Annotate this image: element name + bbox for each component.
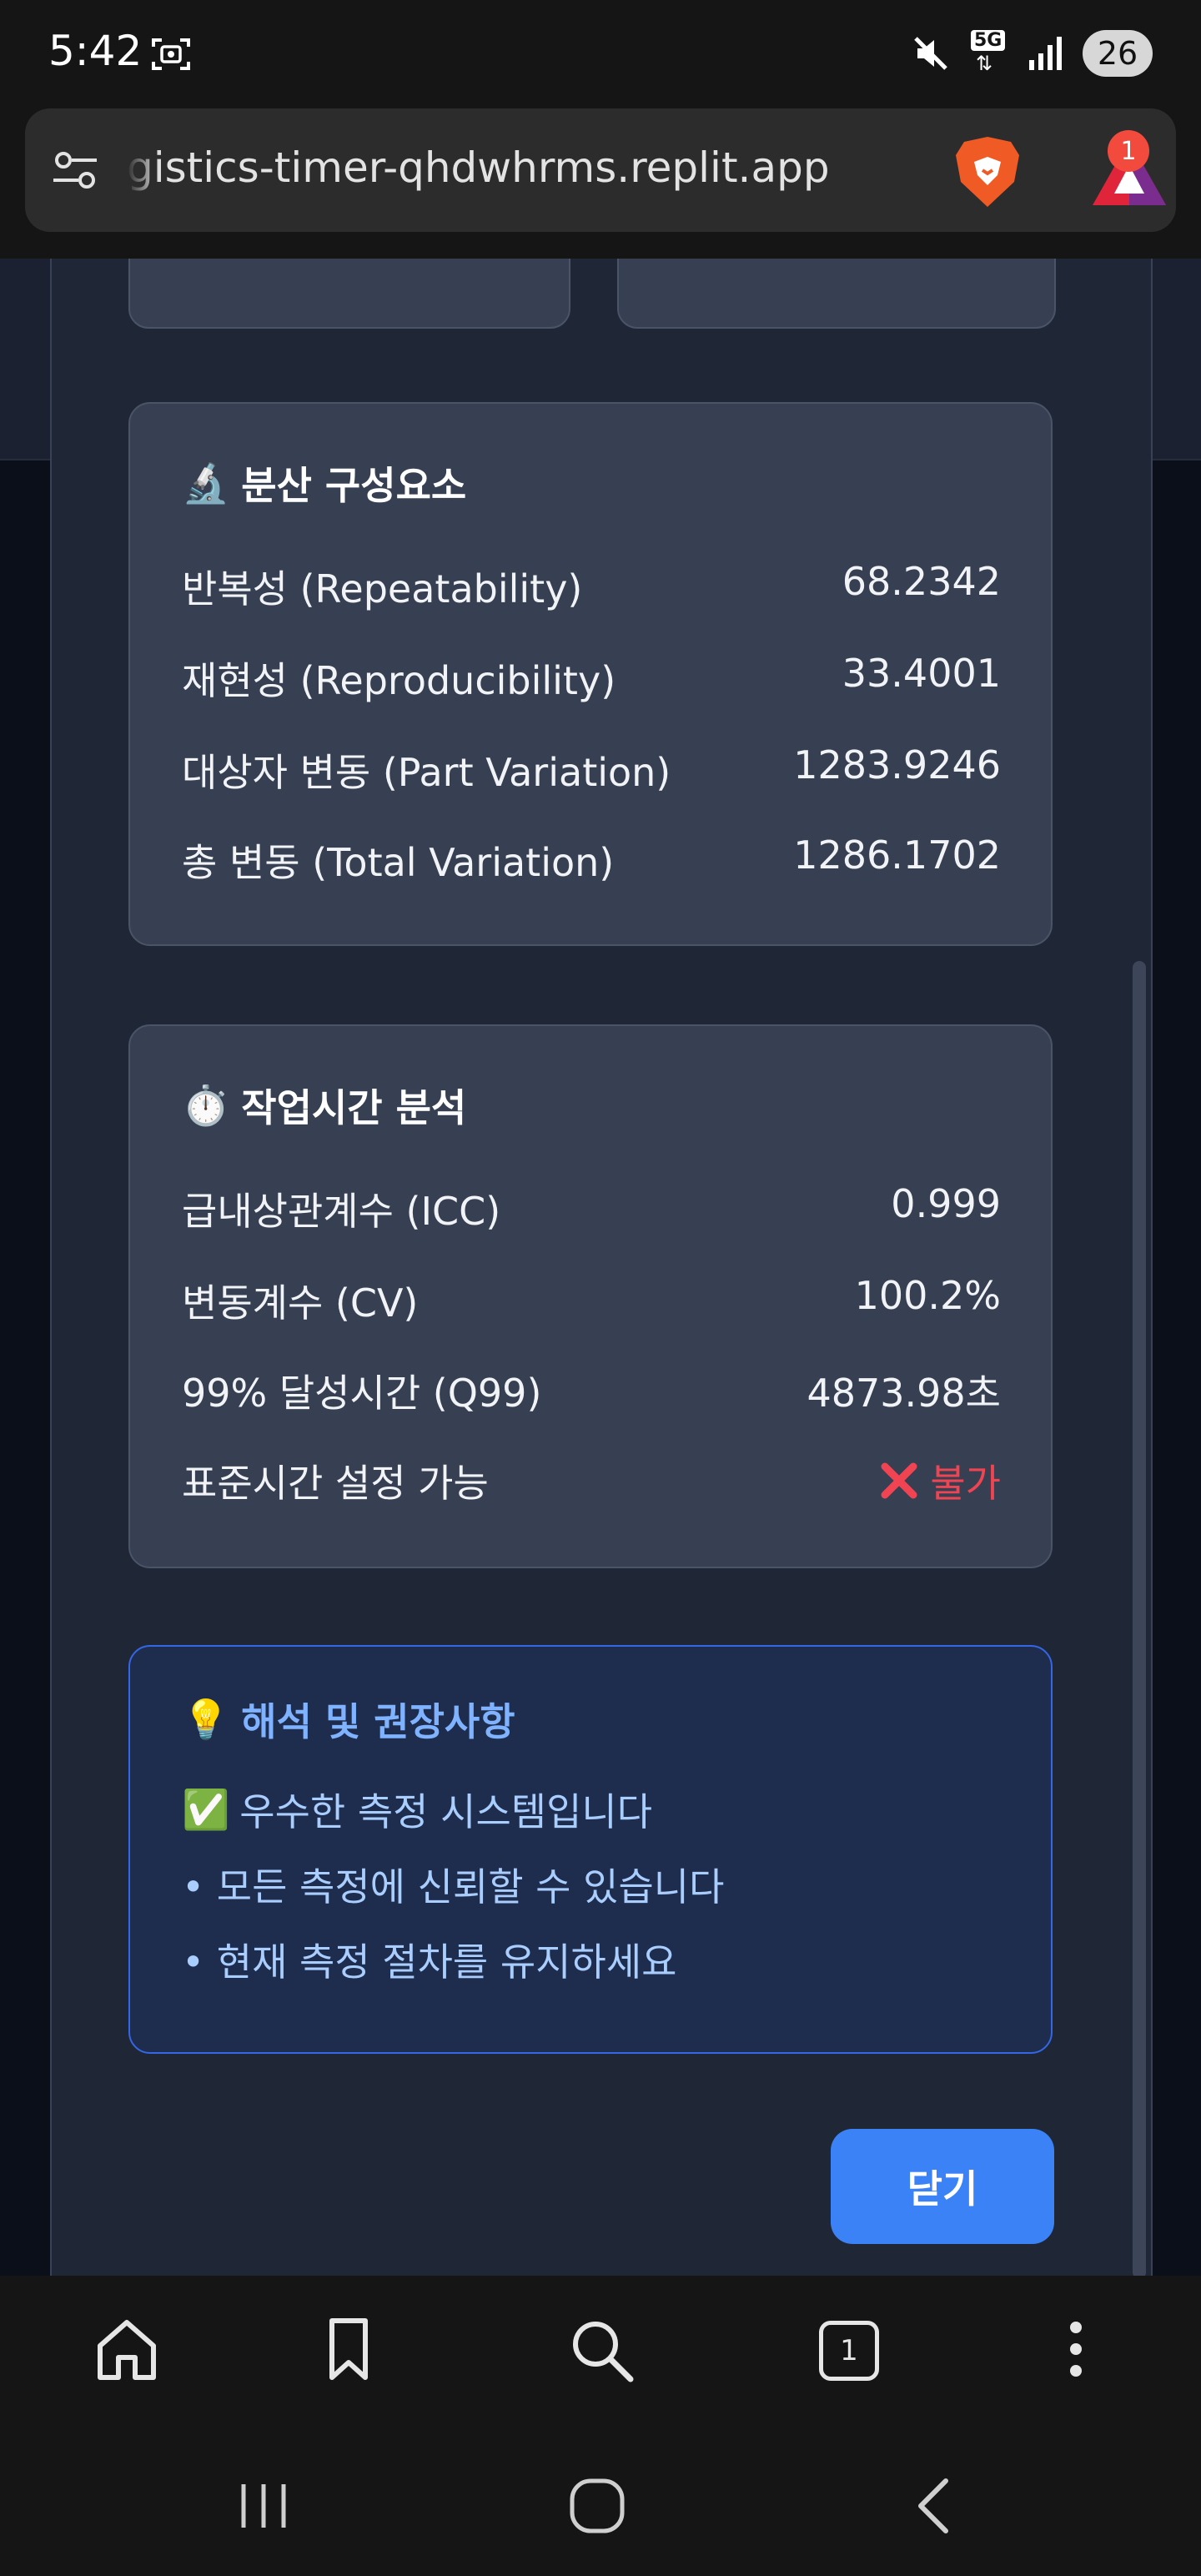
advice-line-text: • 현재 측정 절차를 유지하세요 <box>182 1940 677 1985</box>
row-label: 급내상관계수 (ICC) <box>182 1189 501 1234</box>
row-value: 4873.98초 <box>807 1371 1001 1416</box>
browser-bottom-toolbar <box>0 2276 1201 2426</box>
cross-mark-icon <box>881 1462 917 1499</box>
variance-row: 반복성 (Repeatability) 68.2342 <box>182 559 1001 614</box>
signal-icon <box>1029 37 1062 70</box>
variance-card-title-text: 분산 구성요소 <box>241 463 467 508</box>
network-5g-icon: 5G ⇅ <box>969 30 1009 77</box>
system-navigation-bar <box>0 2426 1201 2576</box>
rewards-badge: 1 <box>1108 130 1149 172</box>
data-arrows-icon: ⇅ <box>976 52 993 75</box>
search-icon[interactable] <box>565 2314 636 2384</box>
advice-line-text: 우수한 측정 시스템입니다 <box>239 1789 653 1834</box>
advice-line: • 현재 측정 절차를 유지하세요 <box>182 1932 676 1987</box>
advice-line: • 모든 측정에 신뢰할 수 있습니다 <box>182 1857 724 1912</box>
summary-card-right <box>617 259 1056 329</box>
worktime-card-title-text: 작업시간 분석 <box>241 1085 467 1130</box>
variance-row: 총 변동 (Total Variation) 1286.1702 <box>182 833 1001 888</box>
tab-switcher-button[interactable]: 1 <box>819 2321 879 2381</box>
row-value: 0.999 <box>891 1181 1001 1226</box>
status-bar: 5:42 5G ⇅ 26 <box>0 0 1201 108</box>
row-label: 총 변동 (Total Variation) <box>182 840 615 885</box>
worktime-row: 변동계수 (CV) 100.2% <box>182 1273 1001 1328</box>
worktime-row: 급내상관계수 (ICC) 0.999 <box>182 1181 1001 1236</box>
modal-scrollbar[interactable] <box>1133 961 1146 2276</box>
web-page: 🔬 분산 구성요소 반복성 (Repeatability) 68.2342 재현… <box>0 259 1201 2276</box>
row-label: 재현성 (Reproducibility) <box>182 658 616 703</box>
url-text[interactable]: gistics-timer-qhdwhrms.replit.app <box>127 143 927 202</box>
advice-title-text: 해석 및 권장사항 <box>241 1699 515 1744</box>
close-button[interactable]: 닫기 <box>831 2129 1054 2244</box>
bookmark-icon[interactable] <box>314 2314 384 2384</box>
summary-card-left <box>128 259 570 329</box>
recent-apps-icon[interactable] <box>230 2473 297 2539</box>
row-label: 99% 달성시간 (Q99) <box>182 1371 542 1416</box>
row-value: 68.2342 <box>842 559 1001 604</box>
row-value: 1283.9246 <box>793 742 1001 787</box>
standard-time-status: 불가 <box>878 1453 1001 1508</box>
worktime-card-title: ⏱️ 작업시간 분석 <box>182 1078 466 1133</box>
address-bar[interactable]: gistics-timer-qhdwhrms.replit.app <box>25 108 1176 232</box>
row-label: 표준시간 설정 가능 <box>182 1461 489 1506</box>
screenshot-icon <box>152 38 190 70</box>
variance-row: 재현성 (Reproducibility) 33.4001 <box>182 651 1001 706</box>
check-mark-icon: ✅ <box>182 1786 230 1832</box>
lightbulb-icon: 💡 <box>182 1696 230 1742</box>
battery-indicator: 26 <box>1083 30 1153 77</box>
worktime-row: 표준시간 설정 가능 불가 <box>182 1453 1001 1508</box>
advice-card-title: 💡 해석 및 권장사항 <box>182 1692 515 1747</box>
advice-card: 💡 해석 및 권장사항 ✅ 우수한 측정 시스템입니다 • 모든 측정에 신뢰할… <box>128 1645 1053 2054</box>
variance-components-card: 🔬 분산 구성요소 반복성 (Repeatability) 68.2342 재현… <box>128 402 1053 946</box>
results-modal: 🔬 분산 구성요소 반복성 (Repeatability) 68.2342 재현… <box>50 259 1153 2276</box>
home-icon[interactable] <box>92 2314 162 2384</box>
worktime-analysis-card: ⏱️ 작업시간 분석 급내상관계수 (ICC) 0.999 변동계수 (CV) … <box>128 1024 1053 1568</box>
row-label: 반복성 (Repeatability) <box>182 566 583 611</box>
variance-card-title: 🔬 분산 구성요소 <box>182 455 466 511</box>
brave-shields-icon[interactable] <box>949 133 1026 210</box>
back-icon[interactable] <box>902 2473 969 2539</box>
row-label: 변동계수 (CV) <box>182 1280 419 1326</box>
row-value: 1286.1702 <box>793 833 1001 878</box>
advice-line-text: • 모든 측정에 신뢰할 수 있습니다 <box>182 1864 725 1909</box>
site-settings-icon[interactable] <box>50 145 100 195</box>
row-value: 100.2% <box>854 1273 1001 1318</box>
microscope-icon: 🔬 <box>182 460 230 506</box>
status-icons: 5G ⇅ 26 <box>911 28 1153 78</box>
row-value: 33.4001 <box>842 651 1001 696</box>
stopwatch-icon: ⏱️ <box>182 1082 230 1128</box>
more-menu-icon[interactable] <box>1041 2314 1111 2384</box>
browser-top-bar: gistics-timer-qhdwhrms.replit.app 1 <box>0 108 1201 259</box>
status-time: 5:42 <box>48 27 143 75</box>
url-fade <box>127 142 160 200</box>
worktime-row: 99% 달성시간 (Q99) 4873.98초 <box>182 1363 1001 1418</box>
home-nav-icon[interactable] <box>564 2473 631 2539</box>
mute-icon <box>914 37 947 70</box>
advice-line: ✅ 우수한 측정 시스템입니다 <box>182 1782 652 1837</box>
variance-row: 대상자 변동 (Part Variation) 1283.9246 <box>182 742 1001 797</box>
status-value: 불가 <box>930 1461 1001 1506</box>
network-label: 5G <box>971 30 1006 51</box>
row-label: 대상자 변동 (Part Variation) <box>182 750 671 795</box>
